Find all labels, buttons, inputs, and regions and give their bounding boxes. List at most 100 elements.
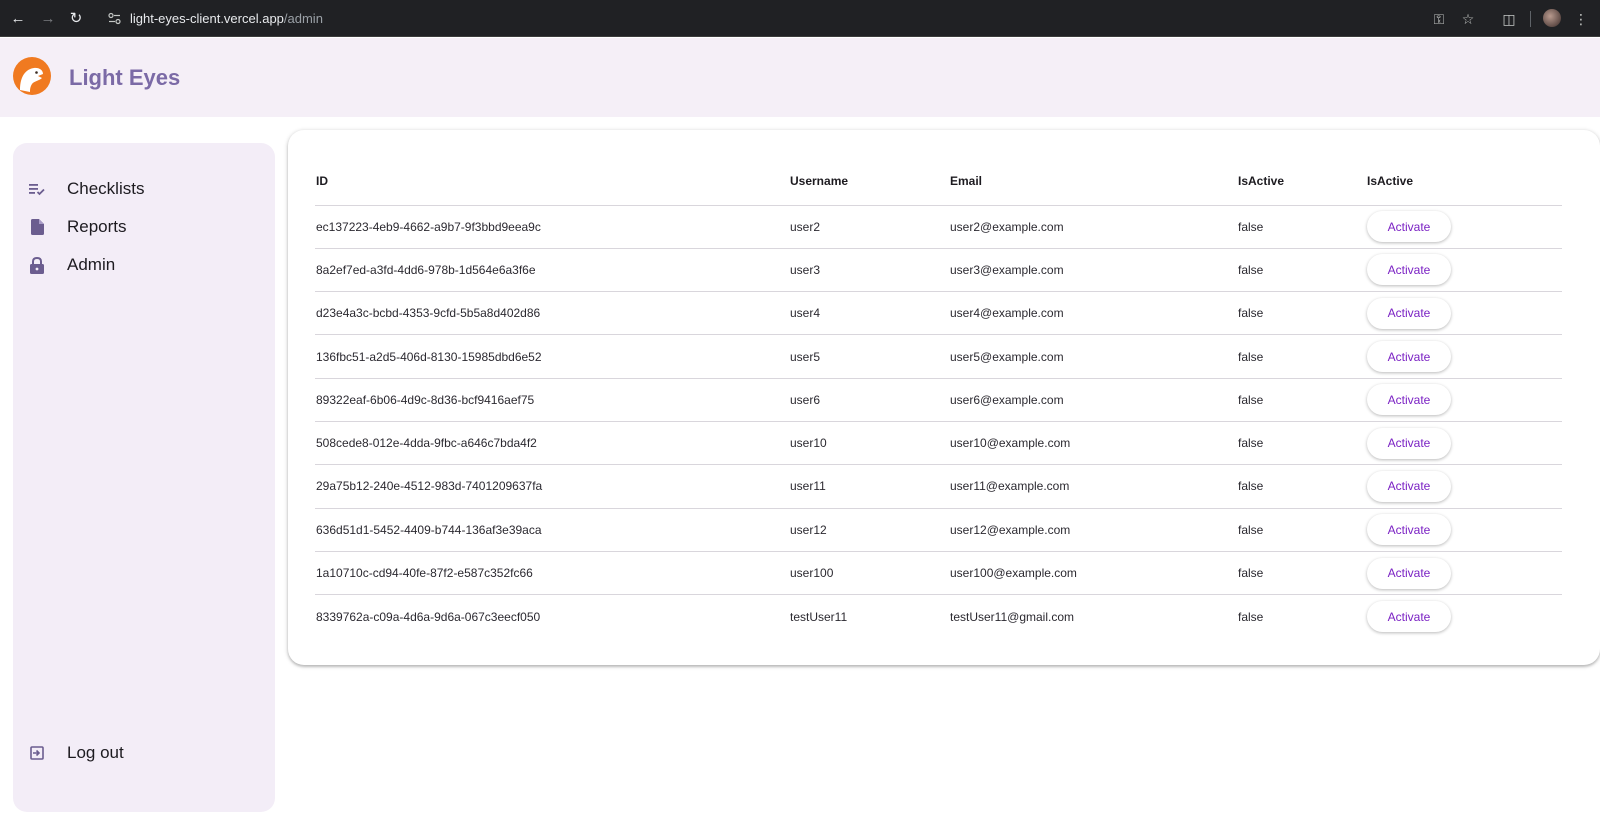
users-card: ID Username Email IsActive IsActive ec13… xyxy=(288,130,1600,665)
cell-email: user100@example.com xyxy=(950,551,1238,596)
table-row: 508cede8-012e-4dda-9fbc-a646c7bda4f2 user… xyxy=(315,421,1562,466)
activate-button[interactable]: Activate xyxy=(1367,254,1451,286)
browser-toolbar: ← → ↻ light-eyes-client.vercel.app/admin… xyxy=(0,0,1600,37)
table-row: 8339762a-c09a-4d6a-9d6a-067c3eecf050 test… xyxy=(315,595,1562,638)
table-row: 29a75b12-240e-4512-983d-7401209637fa user… xyxy=(315,464,1562,509)
sidebar-item-admin[interactable]: Admin xyxy=(27,251,115,279)
site-settings-icon[interactable] xyxy=(108,12,121,25)
toolbar-separator xyxy=(1530,11,1531,27)
sidebar-item-reports[interactable]: Reports xyxy=(27,213,127,241)
cell-email: user12@example.com xyxy=(950,508,1238,552)
activate-button[interactable]: Activate xyxy=(1367,557,1451,589)
cell-isactive: false xyxy=(1238,378,1367,422)
cell-action: Activate xyxy=(1367,508,1562,552)
activate-button[interactable]: Activate xyxy=(1367,297,1451,329)
cell-id: 636d51d1-5452-4409-b744-136af3e39aca xyxy=(315,508,790,552)
cell-id: 136fbc51-a2d5-406d-8130-15985dbd6e52 xyxy=(315,334,790,379)
table-row: d23e4a3c-bcbd-4353-9cfd-5b5a8d402d86 user… xyxy=(315,291,1562,336)
cell-id: 89322eaf-6b06-4d9c-8d36-bcf9416aef75 xyxy=(315,378,790,422)
cell-isactive: false xyxy=(1238,609,1264,624)
table-row: 8a2ef7ed-a3fd-4dd6-978b-1d564e6a3f6e user… xyxy=(315,248,1562,293)
kebab-menu-icon[interactable]: ⋮ xyxy=(1572,10,1590,28)
sidebar-item-label: Admin xyxy=(67,255,116,274)
profile-avatar[interactable] xyxy=(1543,9,1561,27)
url-path: /admin xyxy=(283,11,323,26)
extensions-icon[interactable]: ◫ xyxy=(1500,10,1518,28)
document-icon xyxy=(27,217,47,237)
back-arrow-icon[interactable]: ← xyxy=(8,9,28,29)
sidebar-item-label: Checklists xyxy=(67,179,145,198)
cell-id: ec137223-4eb9-4662-a9b7-9f3bbd9eea9c xyxy=(315,205,790,249)
reload-icon[interactable]: ↻ xyxy=(66,9,86,29)
activate-button[interactable]: Activate xyxy=(1367,470,1451,502)
cell-username: user12 xyxy=(790,508,950,552)
cell-username: user6 xyxy=(790,378,950,422)
cell-isactive: false xyxy=(1238,248,1367,293)
cell-username: user4 xyxy=(790,291,950,336)
cell-email: user4@example.com xyxy=(950,291,1238,336)
cell-id: 508cede8-012e-4dda-9fbc-a646c7bda4f2 xyxy=(315,421,790,466)
users-table: ID Username Email IsActive IsActive ec13… xyxy=(315,158,1562,638)
activate-button[interactable]: Activate xyxy=(1367,384,1451,416)
table-row: ec137223-4eb9-4662-a9b7-9f3bbd9eea9c user… xyxy=(315,205,1562,249)
cell-action: Activate xyxy=(1367,421,1562,466)
table-row: 1a10710c-cd94-40fe-87f2-e587c352fc66 user… xyxy=(315,551,1562,596)
table-body: ec137223-4eb9-4662-a9b7-9f3bbd9eea9c user… xyxy=(315,205,1562,638)
activate-button[interactable]: Activate xyxy=(1367,211,1451,243)
cell-action: Activate xyxy=(1367,595,1562,638)
cell-action: Activate xyxy=(1367,248,1562,293)
column-header-action[interactable]: IsActive xyxy=(1367,158,1562,206)
url-text[interactable]: light-eyes-client.vercel.app/admin xyxy=(130,11,323,26)
cell-email: user11@example.com xyxy=(950,464,1238,509)
app-header: Light Eyes xyxy=(0,38,1600,117)
column-header-username[interactable]: Username xyxy=(790,158,950,206)
cell-isactive: false xyxy=(1238,291,1367,336)
url-host: light-eyes-client.vercel.app xyxy=(130,11,284,26)
cell-action: Activate xyxy=(1367,551,1562,596)
eagle-logo-icon[interactable] xyxy=(12,56,52,96)
checklist-icon xyxy=(27,179,47,199)
cell-isactive: false xyxy=(1238,464,1367,509)
cell-email: user6@example.com xyxy=(950,378,1238,422)
cell-id: 8a2ef7ed-a3fd-4dd6-978b-1d564e6a3f6e xyxy=(315,248,790,293)
cell-id: d23e4a3c-bcbd-4353-9cfd-5b5a8d402d86 xyxy=(315,291,790,336)
key-icon[interactable]: ⚿ xyxy=(1430,10,1448,28)
star-icon[interactable]: ☆ xyxy=(1459,10,1477,28)
cell-username: user2 xyxy=(790,205,950,249)
cell-username: user100 xyxy=(790,551,950,596)
cell-email: user5@example.com xyxy=(950,334,1238,379)
cell-action: Activate xyxy=(1367,378,1562,422)
brand-title[interactable]: Light Eyes xyxy=(69,65,180,91)
column-header-email[interactable]: Email xyxy=(950,158,1238,206)
table-header-row: ID Username Email IsActive IsActive xyxy=(315,158,1562,206)
cell-username: user5 xyxy=(790,334,950,379)
cell-action: Activate xyxy=(1367,205,1562,249)
cell-isactive: false xyxy=(1238,205,1367,249)
cell-isactive: false xyxy=(1238,334,1367,379)
activate-button[interactable]: Activate xyxy=(1367,601,1451,633)
forward-arrow-icon[interactable]: → xyxy=(38,9,58,29)
cell-email: user2@example.com xyxy=(950,205,1238,249)
column-header-isactive[interactable]: IsActive xyxy=(1238,158,1367,206)
cell-id: 29a75b12-240e-4512-983d-7401209637fa xyxy=(315,464,790,509)
sidebar-item-checklists[interactable]: Checklists xyxy=(27,175,144,203)
table-row: 136fbc51-a2d5-406d-8130-15985dbd6e52 user… xyxy=(315,334,1562,379)
activate-button[interactable]: Activate xyxy=(1367,514,1451,546)
cell-email: user10@example.com xyxy=(950,421,1238,466)
cell-isactive: false xyxy=(1238,421,1367,466)
table-row: 636d51d1-5452-4409-b744-136af3e39aca user… xyxy=(315,508,1562,552)
cell-username: testUser11 xyxy=(790,609,848,624)
logout-label: Log out xyxy=(67,743,124,762)
cell-isactive: false xyxy=(1238,551,1367,596)
cell-email: user3@example.com xyxy=(950,248,1238,293)
lock-icon xyxy=(27,255,47,275)
sidebar: Checklists Reports Admin Log out xyxy=(13,143,275,812)
address-bar[interactable]: light-eyes-client.vercel.app/admin xyxy=(100,4,1500,33)
cell-action: Activate xyxy=(1367,334,1562,379)
activate-button[interactable]: Activate xyxy=(1367,341,1451,373)
cell-isactive: false xyxy=(1238,508,1367,552)
column-header-id[interactable]: ID xyxy=(315,158,790,206)
logout-button[interactable]: Log out xyxy=(27,739,124,767)
cell-action: Activate xyxy=(1367,464,1562,509)
activate-button[interactable]: Activate xyxy=(1367,427,1451,459)
